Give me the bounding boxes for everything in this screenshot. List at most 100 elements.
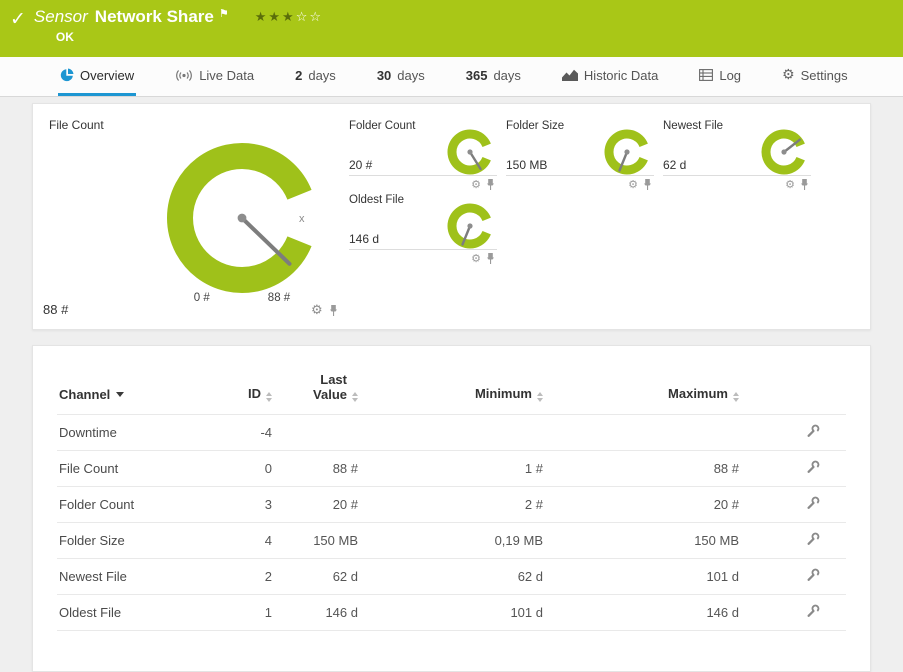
channel-last-value: 88 # xyxy=(280,451,366,487)
tab-label: days xyxy=(493,68,520,83)
tab-label: days xyxy=(308,68,335,83)
tab-2-days[interactable]: 2days xyxy=(293,57,338,96)
sensor-status-badge: OK xyxy=(56,30,323,44)
gauge-actions: ⚙ xyxy=(349,178,497,191)
channel-last-value: 20 # xyxy=(280,487,366,523)
channel-last-value: 150 MB xyxy=(280,523,366,559)
gauge-value: 146 d xyxy=(349,232,379,246)
gear-icon[interactable]: ⚙ xyxy=(471,253,481,264)
channel-id: 4 xyxy=(222,523,280,559)
gauge-needle xyxy=(242,218,290,264)
channel-minimum: 0,19 MB xyxy=(366,523,551,559)
log-icon xyxy=(699,69,713,81)
gauge-current-value: 88 # xyxy=(43,302,68,317)
overview-pie-icon xyxy=(60,68,74,82)
channel-minimum: 62 d xyxy=(366,559,551,595)
channel-settings-wrench-icon[interactable] xyxy=(806,460,820,474)
gear-icon[interactable]: ⚙ xyxy=(785,179,795,190)
gauge-scale-max: 88 # xyxy=(268,292,290,304)
file-count-gauge: File Count x 0 # 88 # 88 # ⚙ xyxy=(49,118,349,315)
tab-live-data[interactable]: Live Data xyxy=(173,57,256,96)
gauge-folder-size: Folder Size150 MB⚙ xyxy=(506,120,654,194)
column-header-id[interactable]: ID xyxy=(222,372,280,415)
channel-maximum: 150 MB xyxy=(551,523,747,559)
tab-overview[interactable]: Overview xyxy=(58,57,136,96)
gauge-oldest-file: Oldest File146 d⚙ xyxy=(349,194,497,268)
tab-settings[interactable]: ⚙ Settings xyxy=(780,57,850,96)
channel-settings-wrench-icon[interactable] xyxy=(806,496,820,510)
channel-settings-wrench-icon[interactable] xyxy=(806,424,820,438)
gear-icon[interactable]: ⚙ xyxy=(628,179,638,190)
channel-minimum xyxy=(366,415,551,451)
tab-label: Settings xyxy=(801,68,848,83)
live-data-icon xyxy=(175,69,193,82)
channel-maximum: 101 d xyxy=(551,559,747,595)
channel-id: 0 xyxy=(222,451,280,487)
historic-data-icon xyxy=(562,69,578,81)
star-filled-icon[interactable]: ★ xyxy=(282,10,296,25)
tab-30-days[interactable]: 30days xyxy=(375,57,427,96)
channel-settings-wrench-icon[interactable] xyxy=(806,532,820,546)
channel-name: Folder Size xyxy=(57,523,222,559)
sort-icon xyxy=(352,392,358,402)
flag-icon[interactable]: ⚑ xyxy=(219,7,229,20)
channel-settings-wrench-icon[interactable] xyxy=(806,604,820,618)
gauge-row: 20 # xyxy=(349,136,497,176)
tab-bar: OverviewLive Data2days30days365daysHisto… xyxy=(0,57,903,97)
star-filled-icon[interactable]: ★ xyxy=(255,10,269,25)
gauge-dial xyxy=(443,199,497,253)
sort-icon xyxy=(537,392,543,402)
sensor-title-block: Sensor Network Share ⚑ ★★★☆☆ OK xyxy=(34,7,323,57)
channel-minimum: 1 # xyxy=(366,451,551,487)
gauge-gap-marker: x xyxy=(299,213,305,225)
channel-name: Newest File xyxy=(57,559,222,595)
channel-name: Folder Count xyxy=(57,487,222,523)
star-filled-icon[interactable]: ★ xyxy=(268,10,282,25)
settings-gear-icon: ⚙ xyxy=(782,68,795,82)
star-empty-icon[interactable]: ☆ xyxy=(296,10,310,25)
pin-icon[interactable] xyxy=(486,178,495,191)
tab-log[interactable]: Log xyxy=(697,57,743,96)
table-row: Folder Count320 #2 #20 # xyxy=(57,487,846,523)
sensor-title: Network Share xyxy=(95,7,214,27)
gauge-actions: ⚙ xyxy=(663,178,811,191)
pin-icon[interactable] xyxy=(800,178,809,191)
tab-historic-data[interactable]: Historic Data xyxy=(560,57,660,96)
gear-icon[interactable]: ⚙ xyxy=(311,304,323,317)
tab-label: Live Data xyxy=(199,68,254,83)
star-empty-icon[interactable]: ☆ xyxy=(309,10,323,25)
tab-number: 30 xyxy=(377,68,391,83)
channel-table-body: Downtime-4File Count088 #1 #88 #Folder C… xyxy=(57,415,846,631)
main-content: File Count x 0 # 88 # 88 # ⚙ Folder Coun… xyxy=(0,97,903,672)
gauge-scale-min: 0 # xyxy=(194,292,210,304)
gear-icon[interactable]: ⚙ xyxy=(471,179,481,190)
gauge-row: 150 MB xyxy=(506,136,654,176)
table-row: Oldest File1146 d101 d146 d xyxy=(57,595,846,631)
pin-icon[interactable] xyxy=(329,304,338,317)
tab-label: Log xyxy=(719,68,741,83)
column-header-maximum[interactable]: Maximum xyxy=(551,372,747,415)
gauge-value: 62 d xyxy=(663,158,686,172)
table-header-row: Channel ID Last Value Minimum Maximum xyxy=(57,372,846,415)
column-header-last-value[interactable]: Last Value xyxy=(280,372,366,415)
channel-id: 1 xyxy=(222,595,280,631)
pin-icon[interactable] xyxy=(486,252,495,265)
sort-desc-caret-icon xyxy=(116,392,124,397)
gauge-value: 20 # xyxy=(349,158,372,172)
table-row: Newest File262 d62 d101 d xyxy=(57,559,846,595)
file-count-gauge-dial-wrap: x xyxy=(152,128,349,308)
channel-settings-wrench-icon[interactable] xyxy=(806,568,820,582)
channel-name: File Count xyxy=(57,451,222,487)
gauge-actions: ⚙ xyxy=(311,304,338,317)
table-row: Folder Size4150 MB0,19 MB150 MB xyxy=(57,523,846,559)
column-header-channel[interactable]: Channel xyxy=(57,372,222,415)
channel-maximum: 146 d xyxy=(551,595,747,631)
sort-icon xyxy=(733,392,739,402)
tab-365-days[interactable]: 365days xyxy=(464,57,523,96)
channel-last-value xyxy=(280,415,366,451)
pin-icon[interactable] xyxy=(643,178,652,191)
tab-label: Historic Data xyxy=(584,68,658,83)
gauge-row: 146 d xyxy=(349,210,497,250)
column-header-minimum[interactable]: Minimum xyxy=(366,372,551,415)
channel-minimum: 2 # xyxy=(366,487,551,523)
